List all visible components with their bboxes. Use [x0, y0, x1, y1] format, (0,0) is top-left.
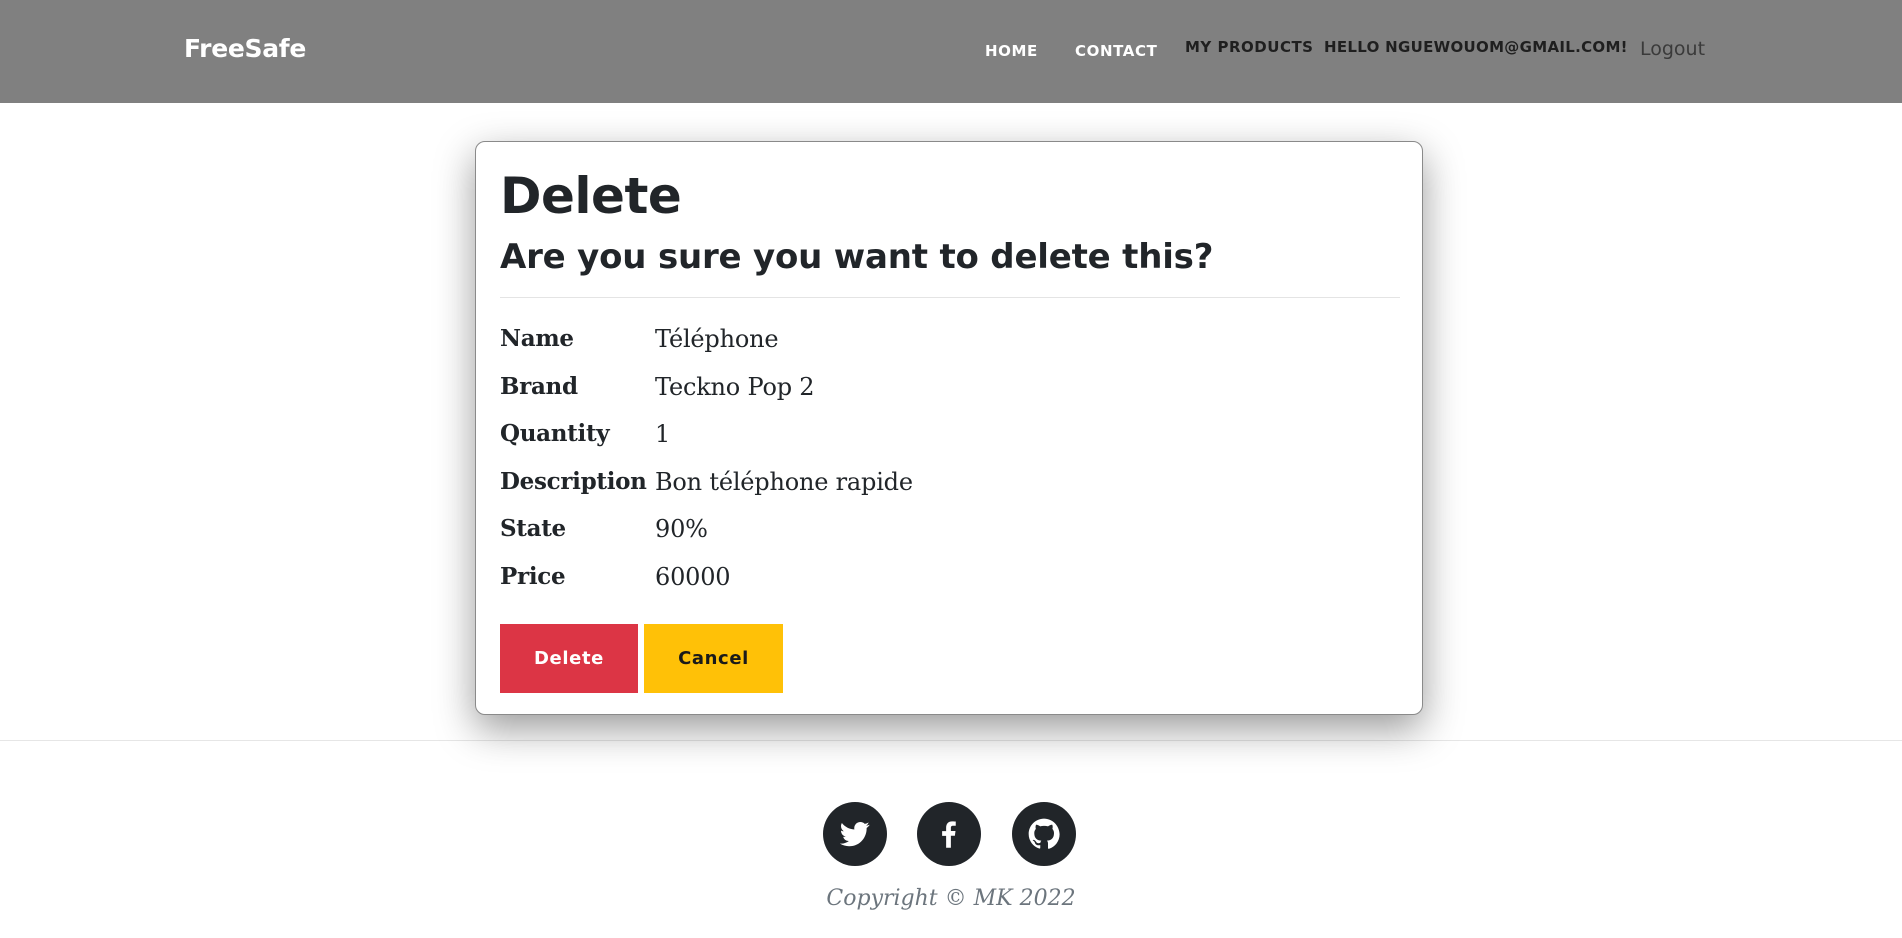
- navbar: FreeSafe HOME CONTACT MY PRODUCTS HELLO …: [0, 0, 1902, 103]
- detail-label: Name: [500, 325, 574, 352]
- nav-my-products-link[interactable]: MY PRODUCTS: [1185, 38, 1313, 56]
- detail-row-state: State 90%: [500, 507, 1400, 555]
- detail-value: 60000: [655, 562, 731, 591]
- github-link[interactable]: [1012, 802, 1076, 866]
- detail-value: 90%: [655, 515, 708, 544]
- nav-contact-link[interactable]: CONTACT: [1075, 42, 1157, 60]
- logout-link[interactable]: Logout: [1640, 38, 1705, 60]
- detail-row-brand: Brand Teckno Pop 2: [500, 365, 1400, 413]
- detail-value: Teckno Pop 2: [655, 372, 815, 401]
- delete-button[interactable]: Delete: [500, 624, 638, 693]
- detail-row-quantity: Quantity 1: [500, 412, 1400, 460]
- detail-label: Description: [500, 467, 647, 495]
- cancel-button[interactable]: Cancel: [644, 624, 783, 693]
- copyright-text: Copyright © MK 2022: [826, 886, 1076, 911]
- nav-user-greeting[interactable]: HELLO NGUEWOUOM@GMAIL.COM!: [1324, 38, 1628, 56]
- page-title: Delete: [500, 167, 682, 225]
- confirmation-question: Are you sure you want to delete this?: [500, 237, 1214, 277]
- detail-row-description: Description Bon téléphone rapide: [500, 460, 1400, 508]
- divider: [500, 297, 1400, 298]
- nav-home-link[interactable]: HOME: [985, 42, 1038, 60]
- detail-label: Quantity: [500, 420, 610, 448]
- detail-row-price: Price 60000: [500, 555, 1400, 603]
- detail-value: Bon téléphone rapide: [655, 467, 913, 496]
- brand-logo[interactable]: FreeSafe: [184, 34, 306, 63]
- detail-label: Brand: [500, 372, 578, 400]
- github-icon: [1028, 818, 1060, 850]
- footer-divider: [0, 740, 1902, 741]
- detail-label: State: [500, 515, 566, 543]
- facebook-icon: [934, 819, 964, 849]
- detail-label: Price: [500, 562, 566, 590]
- product-details: Name Téléphone Brand Teckno Pop 2 Quanti…: [500, 317, 1400, 603]
- page: FreeSafe HOME CONTACT MY PRODUCTS HELLO …: [0, 0, 1902, 938]
- twitter-icon: [840, 819, 870, 849]
- detail-row-name: Name Téléphone: [500, 317, 1400, 365]
- delete-confirmation-card: Delete Are you sure you want to delete t…: [475, 141, 1423, 715]
- twitter-link[interactable]: [823, 802, 887, 866]
- detail-value: Téléphone: [655, 325, 779, 353]
- facebook-link[interactable]: [917, 802, 981, 866]
- detail-value: 1: [655, 420, 671, 449]
